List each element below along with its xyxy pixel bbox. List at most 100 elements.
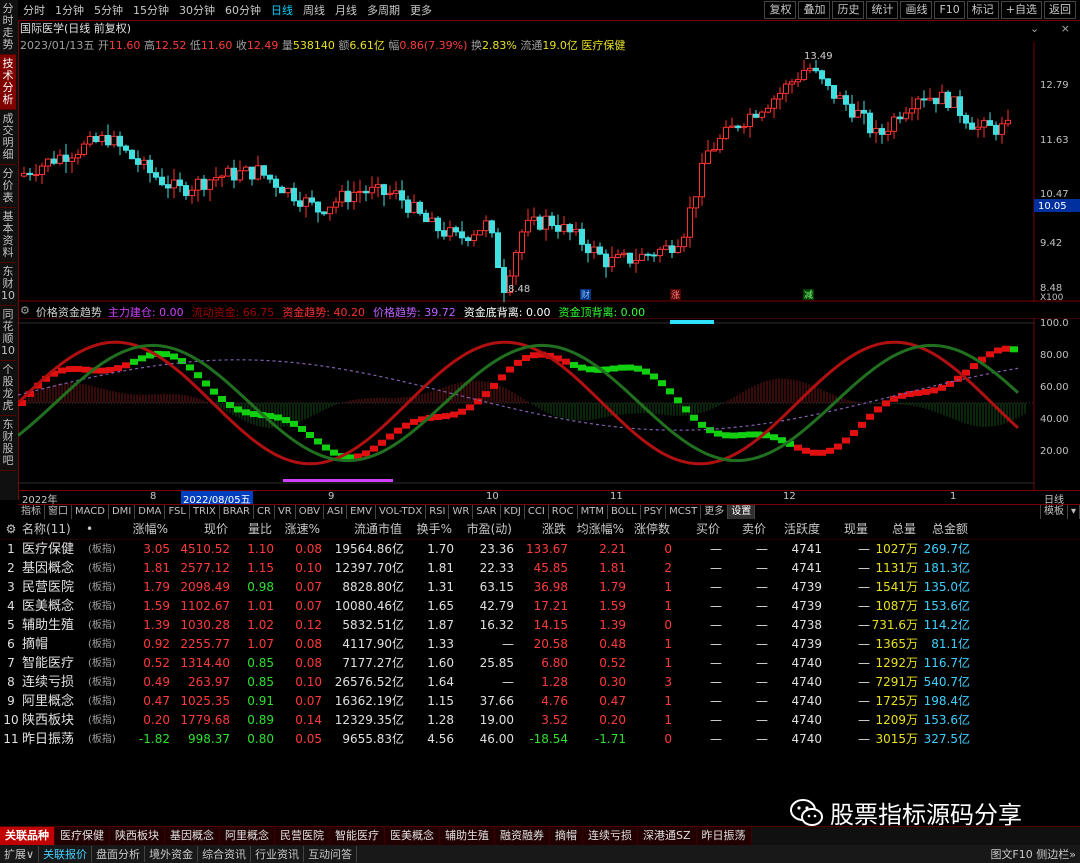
sector-tab[interactable]: 昨日振荡 (696, 827, 752, 845)
sector-tab[interactable]: 融资融券 (495, 827, 550, 845)
period-tab[interactable]: 多周期 (362, 2, 405, 18)
chevron-down-icon[interactable]: ▾ (1068, 505, 1080, 519)
table-row[interactable]: 7 智能医疗 (板指) 0.52 1314.40 0.85 0.08 7177.27亿 1.60… (0, 654, 1080, 673)
table-row[interactable]: 5 辅助生殖 (板指) 1.39 1030.28 1.02 0.12 5832.51亿 1.87… (0, 616, 1080, 635)
table-row[interactable]: 9 阿里概念 (板指) 0.47 1025.35 0.91 0.07 16362.19亿 1.1… (0, 692, 1080, 711)
chevron-down-icon[interactable]: ⌄ (1030, 22, 1039, 35)
indicator-tab[interactable]: BRAR (220, 505, 254, 519)
sector-tab[interactable]: 连续亏损 (583, 827, 638, 845)
sector-tab[interactable]: 医疗保健 (55, 827, 110, 845)
indicator-tab[interactable]: DMA (135, 505, 166, 519)
indicator-tab[interactable]: MACD (72, 505, 109, 519)
table-header-cell[interactable]: 量比 (228, 520, 272, 539)
sector-tab[interactable]: 辅助生殖 (440, 827, 495, 845)
left-tab[interactable]: 分时走势 (0, 0, 16, 55)
left-tab[interactable]: 东财股吧 (0, 416, 16, 471)
status-tab[interactable]: 综合资讯 (198, 846, 252, 862)
sector-tab[interactable]: 智能医疗 (330, 827, 385, 845)
indicator-tab[interactable]: VR (275, 505, 296, 519)
toolbar-button[interactable]: 统计 (866, 1, 899, 19)
status-tab[interactable]: 盘面分析 (92, 846, 146, 862)
event-mark[interactable]: 减 (804, 289, 813, 301)
left-tab[interactable]: 个股龙虎 (0, 361, 16, 416)
status-tab[interactable]: 境外资金 (145, 846, 199, 862)
period-tab[interactable]: 15分钟 (128, 2, 174, 18)
table-row[interactable]: 4 医美概念 (板指) 1.59 1102.67 1.01 0.07 10080.46亿 1.6… (0, 597, 1080, 616)
table-row[interactable]: 1 医疗保健 (板指) 3.05 4510.52 1.10 0.08 19564.86亿 1.7… (0, 540, 1080, 559)
toolbar-button[interactable]: 历史 (832, 1, 865, 19)
close-icon[interactable]: × (1061, 22, 1070, 35)
table-settings-icon[interactable]: ⚙ (0, 520, 22, 539)
sector-tab[interactable]: 基因概念 (165, 827, 220, 845)
left-tab[interactable]: 成交明细 (0, 110, 16, 165)
event-mark[interactable]: 涨 (671, 290, 680, 301)
indicator-tab[interactable]: CCI (525, 505, 549, 519)
indicator-tab[interactable]: MCST (666, 505, 702, 519)
indicator-tab[interactable]: MTM (578, 505, 608, 519)
toolbar-button[interactable]: +自选 (1000, 1, 1042, 19)
table-header-cell[interactable]: 涨跌 (512, 520, 566, 539)
indicator-tab[interactable]: RSI (426, 505, 450, 519)
table-header-cell[interactable]: 名称(11) (22, 520, 86, 539)
table-header-cell[interactable]: 涨速% (272, 520, 320, 539)
left-tab[interactable]: 同花顺10 (0, 306, 16, 361)
toolbar-button[interactable]: F10 (934, 1, 965, 19)
table-row[interactable]: 11 昨日振荡 (板指) -1.82 998.37 0.80 0.05 9655.83亿 4.5… (0, 730, 1080, 749)
period-tab[interactable]: 周线 (298, 2, 330, 18)
indicator-tab[interactable]: ROC (549, 505, 578, 519)
indicator-tab[interactable]: PSY (641, 505, 667, 519)
table-row[interactable]: 10 陕西板块 (板指) 0.20 1779.68 0.89 0.14 12329.35亿 1.… (0, 711, 1080, 730)
period-tab[interactable]: 更多 (405, 2, 437, 18)
toolbar-button[interactable]: 画线 (900, 1, 933, 19)
period-tab[interactable]: 日线 (266, 2, 298, 18)
toolbar-button[interactable]: 返回 (1044, 1, 1076, 19)
left-tab[interactable]: 基本资料 (0, 208, 16, 263)
indicator-tab[interactable]: FSL (165, 505, 190, 519)
sector-tab[interactable]: 摘帽 (550, 827, 583, 845)
indicator-tab[interactable]: EMV (347, 505, 376, 519)
indicator-tab[interactable]: VOL-TDX (376, 505, 427, 519)
period-tab[interactable]: 5分钟 (89, 2, 128, 18)
period-tab[interactable]: 1分钟 (50, 2, 89, 18)
indicator-chart[interactable]: 100.0 80.00 60.00 40.00 20.00 (18, 318, 1080, 490)
toolbar-button[interactable]: 叠加 (798, 1, 831, 19)
f10-sidebar-toggle[interactable]: 图文F10 侧边栏» (986, 846, 1080, 862)
sector-tab[interactable]: 医美概念 (385, 827, 440, 845)
indicator-tab[interactable]: BOLL (608, 505, 641, 519)
indicator-tab[interactable]: 指标 (18, 505, 45, 519)
indicator-tab[interactable]: OBV (296, 505, 324, 519)
template-button[interactable]: 模板 (1039, 505, 1068, 519)
indicator-tab[interactable]: WR (449, 505, 474, 519)
table-row[interactable]: 3 民营医院 (板指) 1.79 2098.49 0.98 0.07 8828.80亿 1.31… (0, 578, 1080, 597)
left-tab[interactable]: 分价表 (0, 165, 16, 208)
toolbar-button[interactable]: 复权 (764, 1, 797, 19)
event-mark[interactable]: 财 (581, 289, 590, 301)
table-header-cell[interactable]: 现价 (168, 520, 228, 539)
indicator-tab[interactable]: TRIX (190, 505, 220, 519)
left-tab[interactable]: 技术分析 (0, 55, 16, 110)
status-tab[interactable]: 关联报价 (39, 846, 93, 862)
table-header-cell[interactable]: 流通市值 (320, 520, 402, 539)
period-tab[interactable]: 30分钟 (174, 2, 220, 18)
sector-tab[interactable]: 民营医院 (275, 827, 330, 845)
table-header-cell[interactable]: 总金额 (916, 520, 968, 539)
period-tab[interactable]: 月线 (330, 2, 362, 18)
table-header-cell[interactable]: 买价 (670, 520, 720, 539)
kline-chart[interactable]: 12.79 11.63 10.47 9.42 8.48 10.05 X100 1… (18, 42, 1080, 302)
status-tab[interactable]: 互动问答 (304, 846, 358, 862)
table-header-cell[interactable]: • (86, 520, 114, 539)
table-header-cell[interactable]: 现量 (820, 520, 868, 539)
table-header-cell[interactable]: 涨停数 (624, 520, 670, 539)
table-row[interactable]: 6 摘帽 (板指) 0.92 2255.77 1.07 0.08 4117.90亿 1.33 — 2… (0, 635, 1080, 654)
indicator-tab[interactable]: SAR (473, 505, 501, 519)
table-row[interactable]: 8 连续亏损 (板指) 0.49 263.97 0.85 0.10 26576.52亿 1.64… (0, 673, 1080, 692)
status-tab[interactable]: 行业资讯 (251, 846, 305, 862)
table-row[interactable]: 2 基因概念 (板指) 1.81 2577.12 1.15 0.10 12397.70亿 1.8… (0, 559, 1080, 578)
period-tab[interactable]: 60分钟 (220, 2, 266, 18)
indicator-tab[interactable]: 更多 (701, 505, 729, 519)
table-header-cell[interactable]: 总量 (868, 520, 916, 539)
status-tab[interactable]: 扩展∨ (0, 846, 40, 862)
table-header-cell[interactable]: 卖价 (720, 520, 766, 539)
indicator-tab[interactable]: DMI (109, 505, 136, 519)
sector-tab[interactable]: 关联品种 (0, 827, 55, 845)
